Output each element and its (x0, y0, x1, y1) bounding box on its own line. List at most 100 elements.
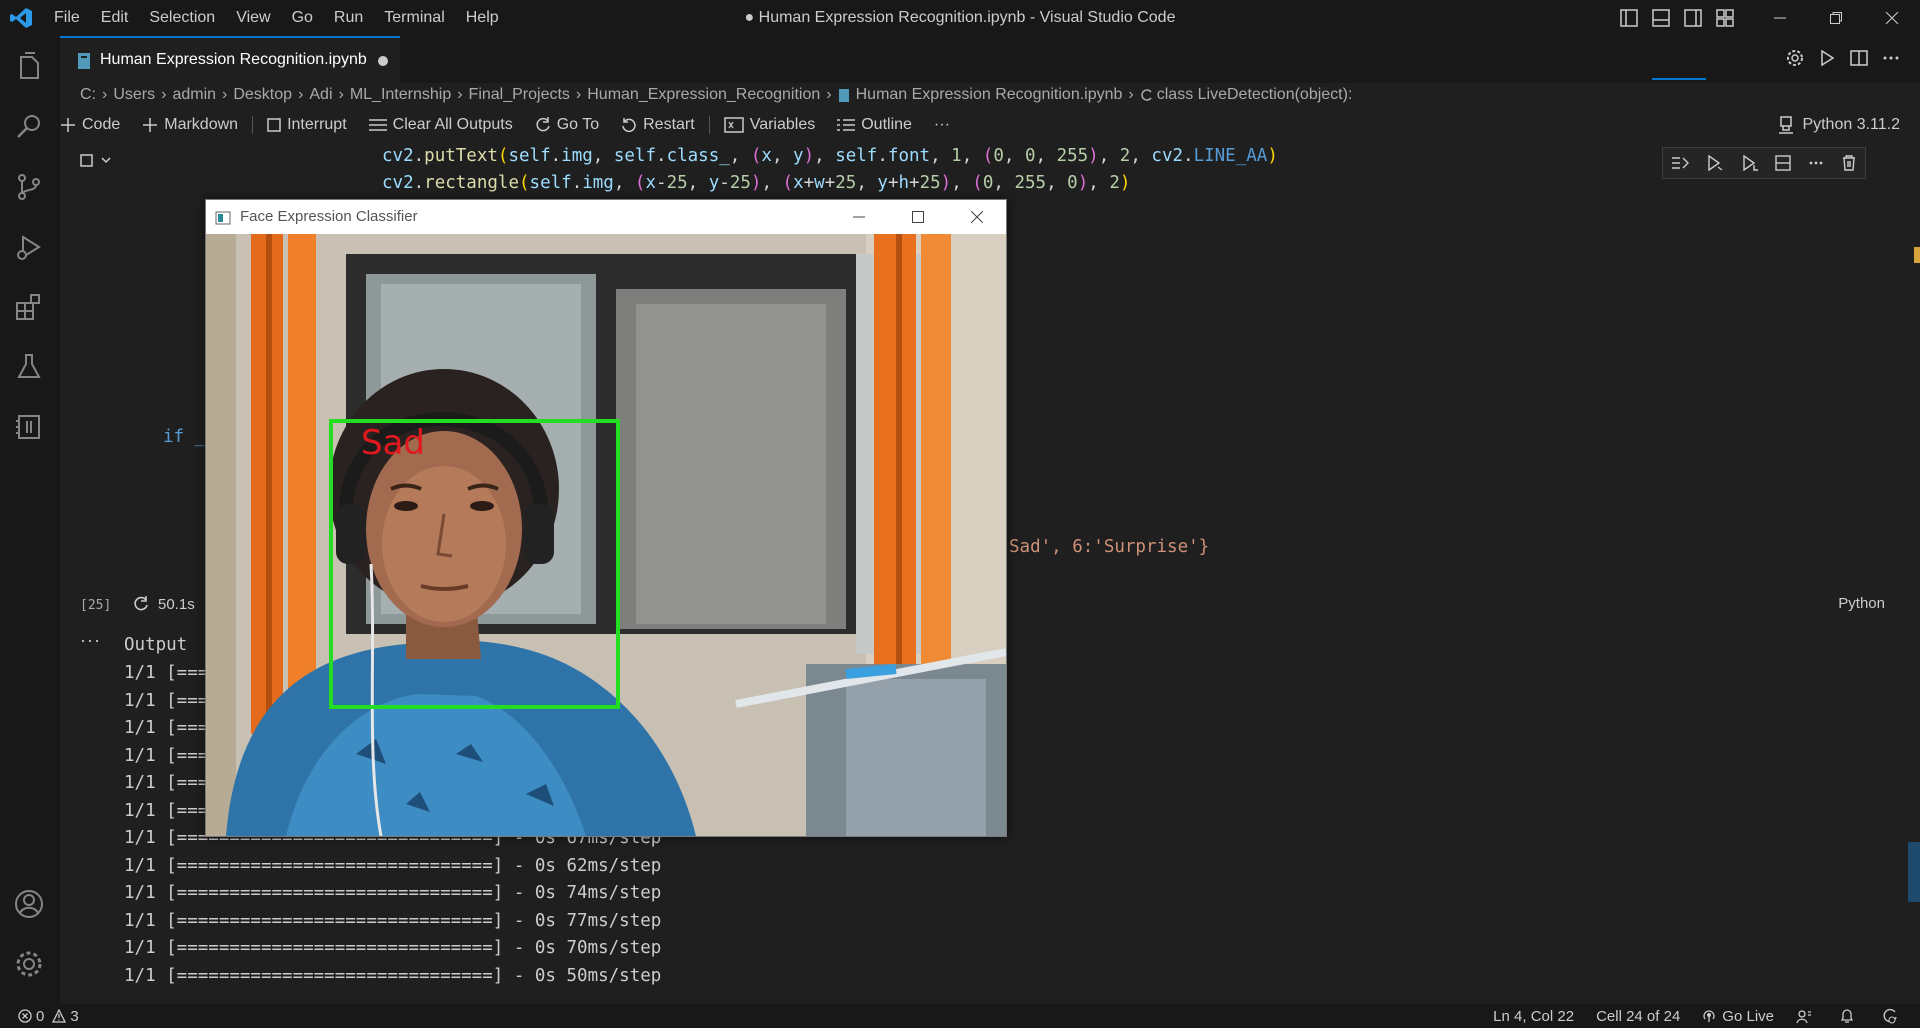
feedback-icon[interactable] (1796, 1008, 1818, 1024)
breadcrumb: C: › Users › admin › Desktop › Adi › ML_Inter… (80, 84, 1352, 106)
close-icon[interactable] (1864, 0, 1920, 36)
menu-bar: File Edit Selection View Go Run Terminal… (54, 0, 520, 36)
breadcrumb-item[interactable]: C: (80, 86, 96, 104)
go-live-button[interactable]: Go Live (1702, 1008, 1774, 1025)
jupyter-icon[interactable] (13, 411, 45, 443)
execute-below-icon[interactable] (1741, 155, 1759, 171)
menu-help[interactable]: Help (466, 9, 499, 27)
cursor-position[interactable]: Ln 4, Col 22 (1493, 1008, 1574, 1025)
more-actions-icon[interactable] (1882, 49, 1900, 67)
tab-bar: Human Expression Recognition.ipynb (60, 36, 1920, 83)
close-icon[interactable] (947, 200, 1006, 234)
tab-notebook[interactable]: Human Expression Recognition.ipynb (60, 36, 400, 83)
outline-list-icon (837, 119, 856, 131)
breadcrumb-item[interactable]: Human Expression Recognition.ipynb (856, 86, 1123, 104)
code-line-dict-tail[interactable]: Sad', 6:'Surprise'} (1009, 537, 1209, 557)
cell-more-icon[interactable] (1808, 155, 1824, 171)
menu-run[interactable]: Run (334, 9, 363, 27)
menu-selection[interactable]: Selection (149, 9, 215, 27)
cell-indicator[interactable]: Cell 24 of 24 (1596, 1008, 1680, 1025)
go-to-button[interactable]: Go To (535, 116, 599, 134)
classifier-window[interactable]: Face Expression Classifier Sad (205, 199, 1007, 837)
headphone-left (336, 504, 366, 564)
code-line[interactable]: cv2.rectangle(self.img, (x-25, y-25), (x… (382, 173, 1130, 193)
add-markdown-button[interactable]: Markdown (142, 116, 238, 134)
add-code-button[interactable]: Code (60, 116, 120, 134)
manage-gear-icon[interactable] (13, 948, 45, 980)
split-cell-icon[interactable] (1775, 155, 1791, 171)
more-toolbar-button[interactable]: ··· (934, 116, 950, 134)
search-icon[interactable] (13, 111, 45, 143)
minimize-icon[interactable] (829, 200, 888, 234)
testing-icon[interactable] (13, 351, 45, 383)
chevron-right-icon: › (575, 86, 582, 103)
scrollbar-thumb[interactable] (1908, 842, 1920, 902)
execute-cell-below-icon[interactable] (1706, 155, 1724, 171)
breadcrumb-item[interactable]: ML_Internship (350, 86, 451, 104)
run-icon[interactable] (1818, 49, 1836, 67)
cell-collapse-icon[interactable] (80, 154, 114, 168)
breadcrumb-item[interactable]: Adi (309, 86, 332, 104)
run-debug-icon[interactable] (13, 231, 45, 263)
code-line[interactable]: cv2.putText(self.img, self.class_, (x, y… (382, 146, 1278, 166)
explorer-icon[interactable] (13, 51, 45, 83)
webcam-frame: Sad (206, 234, 1006, 836)
source-control-icon[interactable] (13, 171, 45, 203)
activity-bar (0, 36, 60, 1004)
delete-cell-icon[interactable] (1841, 155, 1857, 171)
chevron-right-icon: › (102, 86, 108, 103)
menu-terminal[interactable]: Terminal (384, 9, 444, 27)
add-code-label: Code (82, 116, 121, 133)
code-line-if[interactable]: if _ (163, 427, 205, 447)
notifications-bell-icon[interactable] (1840, 1008, 1860, 1024)
toggle-primary-sidebar-icon[interactable] (1620, 9, 1638, 27)
breadcrumb-item[interactable]: Desktop (233, 86, 292, 104)
maximize-icon[interactable] (888, 200, 947, 234)
execution-count: [25] (80, 598, 112, 613)
status-bar: 0 3 Ln 4, Col 22 Cell 24 of 24 Go Live (0, 1004, 1920, 1028)
breadcrumb-item[interactable]: Human_Expression_Recognition (587, 86, 820, 104)
sync-status-icon[interactable] (1882, 1008, 1904, 1024)
breadcrumb-item[interactable]: admin (172, 86, 216, 104)
cell-language[interactable]: Python (1838, 595, 1885, 612)
breadcrumb-item[interactable]: Final_Projects (469, 86, 570, 104)
minimize-icon[interactable] (1752, 0, 1808, 36)
kernel-picker[interactable]: Python 3.11.2 (1778, 112, 1900, 138)
variables-button[interactable]: Variables (723, 116, 815, 134)
menu-go[interactable]: Go (292, 9, 313, 27)
extensions-icon[interactable] (13, 291, 45, 323)
customize-layout-icon[interactable] (1716, 9, 1734, 27)
outline-button[interactable]: Outline (837, 116, 912, 134)
problems-indicator[interactable]: 0 3 (18, 1004, 87, 1028)
add-markdown-label: Markdown (164, 116, 239, 133)
chevron-right-icon: › (298, 86, 304, 103)
menu-view[interactable]: View (236, 9, 270, 27)
unsaved-dot-icon[interactable] (378, 56, 388, 66)
layout-controls (1620, 9, 1734, 27)
go-live-label: Go Live (1722, 1007, 1774, 1025)
output-line: 1/1 [=== (124, 691, 209, 711)
notebook-file-icon (76, 52, 92, 70)
breadcrumb-item[interactable]: class LiveDetection(object): (1157, 86, 1353, 104)
breadcrumb-item[interactable]: Users (113, 86, 155, 104)
toggle-secondary-sidebar-icon[interactable] (1684, 9, 1702, 27)
interrupt-button[interactable]: Interrupt (267, 116, 347, 134)
plus-icon (143, 118, 158, 132)
restart-button[interactable]: Restart (621, 116, 695, 134)
stop-icon (267, 118, 281, 132)
menu-file[interactable]: File (54, 9, 80, 27)
clear-outputs-button[interactable]: Clear All Outputs (368, 116, 513, 134)
execute-above-icon[interactable] (1671, 155, 1690, 171)
toolbar-divider (708, 116, 710, 134)
refresh-arrows-icon (536, 117, 550, 132)
output-line: 1/1 [=== (124, 663, 209, 683)
settings-gear-icon[interactable] (1786, 49, 1804, 67)
status-right: Ln 4, Col 22 Cell 24 of 24 Go Live (1471, 1004, 1904, 1028)
output-more-button[interactable]: ··· (80, 630, 101, 651)
account-icon[interactable] (13, 888, 45, 920)
split-editor-icon[interactable] (1850, 49, 1868, 67)
restore-icon[interactable] (1808, 0, 1864, 36)
toggle-panel-icon[interactable] (1652, 9, 1670, 27)
menu-edit[interactable]: Edit (101, 9, 129, 27)
classifier-title-bar[interactable]: Face Expression Classifier (206, 200, 1006, 234)
